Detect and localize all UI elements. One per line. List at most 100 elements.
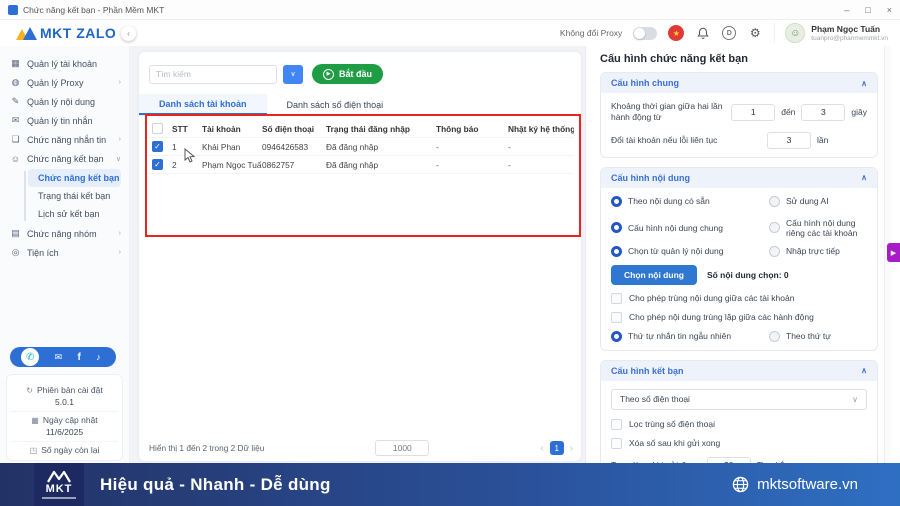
radio-nhap-truc-tiep[interactable]: Nhập trực tiếp: [769, 246, 840, 257]
section-content-header[interactable]: Cấu hình nội dung ∧: [601, 168, 877, 188]
zalo-icon[interactable]: ✉: [55, 352, 63, 363]
sidebar-item-quan-ly-tin-nhan[interactable]: ✉ Quản lý tin nhắn: [10, 111, 121, 130]
sidebar-subitem-lich-su-ket-ban[interactable]: Lịch sử kết bạn: [28, 205, 121, 223]
main-content: ∨ ▶ Bắt đầu Danh sách tài khoản Danh sác…: [130, 46, 585, 463]
retry-count-input[interactable]: [767, 132, 811, 149]
language-flag-icon[interactable]: ★: [668, 25, 684, 41]
start-button-label: Bắt đầu: [339, 69, 372, 79]
col-stt: STT: [172, 124, 202, 134]
col-status: Trạng thái đăng nhập: [326, 124, 436, 134]
col-log: Nhật ký hệ thống: [508, 124, 574, 134]
logo-icon: [16, 27, 36, 40]
play-icon: ▶: [323, 69, 334, 80]
sidebar-item-chuc-nang-nhom[interactable]: ▤ Chức năng nhóm ›: [10, 224, 121, 243]
sidebar-item-quan-ly-proxy[interactable]: ◍ Quản lý Proxy ›: [10, 73, 121, 92]
box-icon: ◳: [30, 446, 38, 455]
interval-to-input[interactable]: [801, 104, 845, 121]
sidebar-item-quan-ly-tai-khoan[interactable]: ▦ Quản lý tài khoản: [10, 54, 121, 73]
search-dropdown-button[interactable]: ∨: [283, 65, 303, 84]
facebook-icon[interactable]: f: [77, 352, 80, 363]
page-number-button[interactable]: 1: [550, 441, 564, 455]
prev-page-button[interactable]: ‹: [540, 443, 543, 454]
proxy-toggle[interactable]: [633, 27, 657, 40]
minimize-button[interactable]: –: [844, 5, 849, 15]
section-content-config: Cấu hình nội dung ∧ Theo nội dung có sẵn…: [600, 167, 878, 351]
maximize-button[interactable]: □: [865, 5, 870, 15]
sidebar-subitem-chuc-nang-ket-ban[interactable]: Chức năng kết bạn: [28, 169, 121, 187]
friend-mode-select[interactable]: Theo số điện thoại ∨: [611, 389, 867, 410]
support-chat-icon[interactable]: ✆: [21, 348, 39, 366]
sidebar-submenu: Chức năng kết bạn Trạng thái kết bạn Lịc…: [24, 169, 121, 223]
start-button[interactable]: ▶ Bắt đầu: [312, 64, 383, 84]
user-account[interactable]: ☺ Phạm Ngọc Tuấn tuanpro@phanmemmkt.vn: [774, 23, 888, 43]
chevron-right-icon: ›: [119, 136, 121, 143]
section-general-config: Cấu hình chung ∧ Khoảng thời gian giữa h…: [600, 72, 878, 158]
mkt-logo-tagline: [42, 497, 76, 499]
checkbox-xoa-so[interactable]: Xóa số sau khi gửi xong: [611, 438, 867, 449]
radio-theo-noi-dung-co-san[interactable]: Theo nội dung có sẵn: [611, 196, 769, 207]
cell-account: Khải Phan: [202, 142, 262, 152]
sidebar-subitem-trang-thai-ket-ban[interactable]: Trạng thái kết bạn: [28, 187, 121, 205]
choose-content-button[interactable]: Chọn nội dung: [611, 265, 697, 285]
mkt-footer-logo: MKT: [34, 463, 84, 506]
cell-log: -: [508, 160, 574, 170]
app-window: Chức năng kết bạn - Phần Mềm MKT – □ × M…: [0, 0, 900, 506]
radio-cau-hinh-noi-dung-rieng[interactable]: Cấu hình nội dung riêng các tài khoản: [769, 218, 867, 238]
sidebar-item-label: Chức năng kết bạn: [27, 154, 104, 164]
list-tabs: Danh sách tài khoản Danh sách số điện th…: [139, 94, 581, 116]
cell-log: -: [508, 142, 574, 152]
sidebar-item-chuc-nang-nhan-tin[interactable]: ❏ Chức năng nhắn tin ›: [10, 130, 121, 149]
side-panel-toggle-button[interactable]: ▶: [887, 243, 900, 262]
checkbox-unchecked-icon: [611, 419, 622, 430]
checkbox-noi-dung-trung-lap[interactable]: Cho phép nội dung trùng lặp giữa các hàn…: [611, 312, 867, 323]
sidebar-item-quan-ly-noi-dung[interactable]: ✎ Quản lý nội dung: [10, 92, 121, 111]
chevron-right-icon: ›: [119, 230, 121, 237]
checkbox-loc-trung-so[interactable]: Lọc trùng số điện thoại: [611, 419, 867, 430]
row-checkbox[interactable]: ✓: [152, 141, 163, 152]
utilities-icon: ◎: [10, 247, 21, 258]
footer-website[interactable]: mktsoftware.vn: [757, 476, 858, 493]
checkbox-trung-noi-dung[interactable]: Cho phép trùng nội dung giữa các tài kho…: [611, 293, 867, 304]
row-checkbox[interactable]: ✓: [152, 159, 163, 170]
checkbox-unchecked-icon: [611, 312, 622, 323]
sidebar-item-tien-ich[interactable]: ◎ Tiện ích ›: [10, 243, 121, 262]
radio-thu-tu-ngau-nhien[interactable]: Thứ tự nhắn tin ngẫu nhiên: [611, 331, 769, 342]
section-friend-header[interactable]: Cấu hình kết bạn ∧: [601, 361, 877, 381]
interval-from-input[interactable]: [731, 104, 775, 121]
sidebar-collapse-button[interactable]: ‹: [121, 26, 136, 41]
retry-label: Đổi tài khoản nếu lỗi liên tục: [611, 135, 761, 146]
tab-danh-sach-tai-khoan[interactable]: Danh sách tài khoản: [139, 94, 267, 115]
sidebar-item-label: Quản lý Proxy: [27, 78, 84, 88]
days-left-row: ◳Số ngày còn lại: [11, 441, 118, 459]
radio-theo-thu-tu[interactable]: Theo thứ tự: [769, 331, 831, 342]
page-size-input[interactable]: [375, 440, 429, 456]
tiktok-icon[interactable]: ♪: [96, 352, 101, 362]
next-page-button[interactable]: ›: [570, 443, 573, 454]
section-general-header[interactable]: Cấu hình chung ∧: [601, 73, 877, 93]
tab-danh-sach-so-dien-thoai[interactable]: Danh sách số điện thoại: [267, 94, 404, 115]
social-links-bar: ✆ ✉ f ♪: [10, 347, 116, 367]
radio-unselected-icon: [769, 246, 780, 257]
table-row[interactable]: ✓ 2 Phạm Ngọc Tuấn 0862757 Đã đăng nhập …: [146, 156, 574, 174]
config-panel: Cấu hình chức năng kết bạn Cấu hình chun…: [585, 46, 900, 463]
d-badge-icon[interactable]: D: [722, 26, 736, 40]
panel-title: Cấu hình chức năng kết bạn: [600, 53, 878, 65]
update-date-row: ▦Ngày cập nhật 11/6/2025: [11, 411, 118, 441]
version-label: Phiên bản cài đặt: [37, 385, 103, 395]
select-all-checkbox[interactable]: [152, 123, 163, 134]
version-value: 5.0.1: [11, 397, 118, 407]
mkt-mountain-icon: [46, 470, 72, 483]
user-email: tuanpro@phanmemmkt.vn: [811, 35, 888, 42]
seconds-word: giây: [851, 107, 867, 117]
sidebar-item-chuc-nang-ket-ban[interactable]: ☺ Chức năng kết bạn ∨: [10, 149, 121, 168]
settings-gear-icon[interactable]: ⚙: [747, 25, 763, 41]
close-button[interactable]: ×: [887, 5, 892, 15]
search-input[interactable]: [149, 65, 277, 84]
interval-setting-row: Khoảng thời gian giữa hai lần hành động …: [611, 101, 867, 124]
notifications-bell-icon[interactable]: [695, 25, 711, 41]
radio-cau-hinh-noi-dung-chung[interactable]: Cấu hình nội dung chung: [611, 222, 769, 233]
content-pencil-icon: ✎: [10, 96, 21, 107]
table-row[interactable]: ✓ 1 Khải Phan 0946426583 Đã đăng nhập - …: [146, 138, 574, 156]
radio-chon-tu-quan-ly-noi-dung[interactable]: Chọn từ quản lý nội dung: [611, 246, 769, 257]
radio-su-dung-ai[interactable]: Sử dụng AI: [769, 196, 829, 207]
